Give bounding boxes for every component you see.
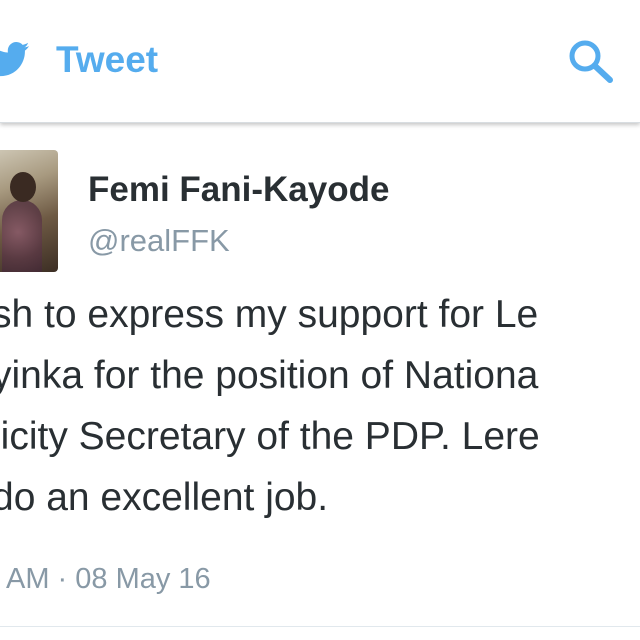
tweet-text-line: sh to express my support for Le xyxy=(0,293,539,336)
avatar-figure xyxy=(2,200,42,272)
author-display-name[interactable]: Femi Fani-Kayode xyxy=(88,169,389,211)
search-icon[interactable] xyxy=(566,38,616,84)
tweet-timestamp: AM · 08 May 16 xyxy=(6,563,211,595)
tweet-text-line: yinka for the position of Nationa xyxy=(0,354,539,397)
twitter-bird-icon[interactable] xyxy=(0,38,32,80)
tweet-text-line: licity Secretary of the PDP. Lere xyxy=(0,415,540,458)
tweet-text-line: do an excellent job. xyxy=(0,476,329,519)
author-handle[interactable]: @realFFK xyxy=(88,222,230,260)
tweet-card: Femi Fani-Kayode @realFFK sh to express … xyxy=(0,124,640,640)
avatar-head xyxy=(10,172,36,202)
page-title: Tweet xyxy=(56,39,159,80)
tweet-text: sh to express my support for Le yinka fo… xyxy=(0,284,640,528)
avatar[interactable] xyxy=(0,150,58,272)
top-app-bar: Tweet xyxy=(0,0,640,123)
divider xyxy=(0,626,640,627)
